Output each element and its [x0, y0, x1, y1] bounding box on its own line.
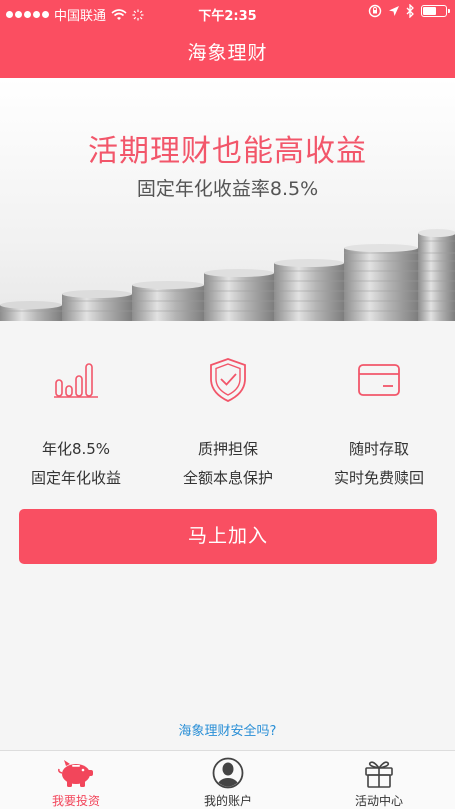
user-icon — [212, 757, 244, 789]
feature-withdraw-title: 随时存取 — [348, 440, 409, 458]
top-bar: 中国联通 下午2:35 海象理财 — [0, 0, 455, 78]
hero-subtitle: 固定年化收益率8.5% — [136, 178, 319, 200]
join-now-button[interactable]: 马上加入 — [19, 509, 437, 564]
feature-rate: 年化8.5% 固定年化收益 — [0, 322, 152, 488]
features-section: 年化8.5% 固定年化收益 质押担保 全额本息保护 随时存取 实时免费赎回 — [0, 322, 455, 487]
piggy-bank-icon — [58, 760, 93, 787]
tab-bar: 我要投资 我的账户 活动中心 — [0, 750, 455, 809]
location-icon — [389, 6, 399, 16]
battery-icon — [421, 5, 450, 17]
card-icon — [358, 364, 400, 396]
bluetooth-icon — [406, 4, 414, 18]
page-title: 海象理财 — [187, 42, 268, 64]
feature-rate-title: 年化8.5% — [41, 440, 111, 458]
tab-account[interactable]: 我的账户 — [152, 751, 304, 809]
feature-withdraw: 随时存取 实时免费赎回 — [303, 322, 455, 488]
rotation-lock-icon — [368, 4, 382, 18]
bar-chart-icon — [54, 363, 98, 398]
tab-account-label: 我的账户 — [203, 794, 252, 808]
coin-stacks-image — [0, 229, 455, 321]
feature-guarantee-desc: 全额本息保护 — [182, 469, 273, 487]
shield-check-icon — [210, 358, 246, 402]
tab-activities[interactable]: 活动中心 — [303, 751, 455, 809]
feature-guarantee: 质押担保 全额本息保护 — [152, 322, 304, 488]
feature-rate-desc: 固定年化收益 — [30, 469, 121, 487]
feature-guarantee-title: 质押担保 — [197, 440, 258, 458]
hero-title: 活期理财也能高收益 — [88, 134, 367, 169]
tab-invest-label: 我要投资 — [51, 794, 100, 808]
status-bar: 中国联通 下午2:35 — [0, 0, 455, 26]
gift-icon — [365, 761, 393, 788]
tab-activities-label: 活动中心 — [354, 794, 403, 808]
hero-banner: 活期理财也能高收益 固定年化收益率8.5% — [0, 78, 455, 321]
tab-invest[interactable]: 我要投资 — [0, 751, 152, 809]
safety-info-link[interactable]: 海象理财安全吗? — [0, 720, 455, 739]
feature-withdraw-desc: 实时免费赎回 — [333, 469, 424, 487]
